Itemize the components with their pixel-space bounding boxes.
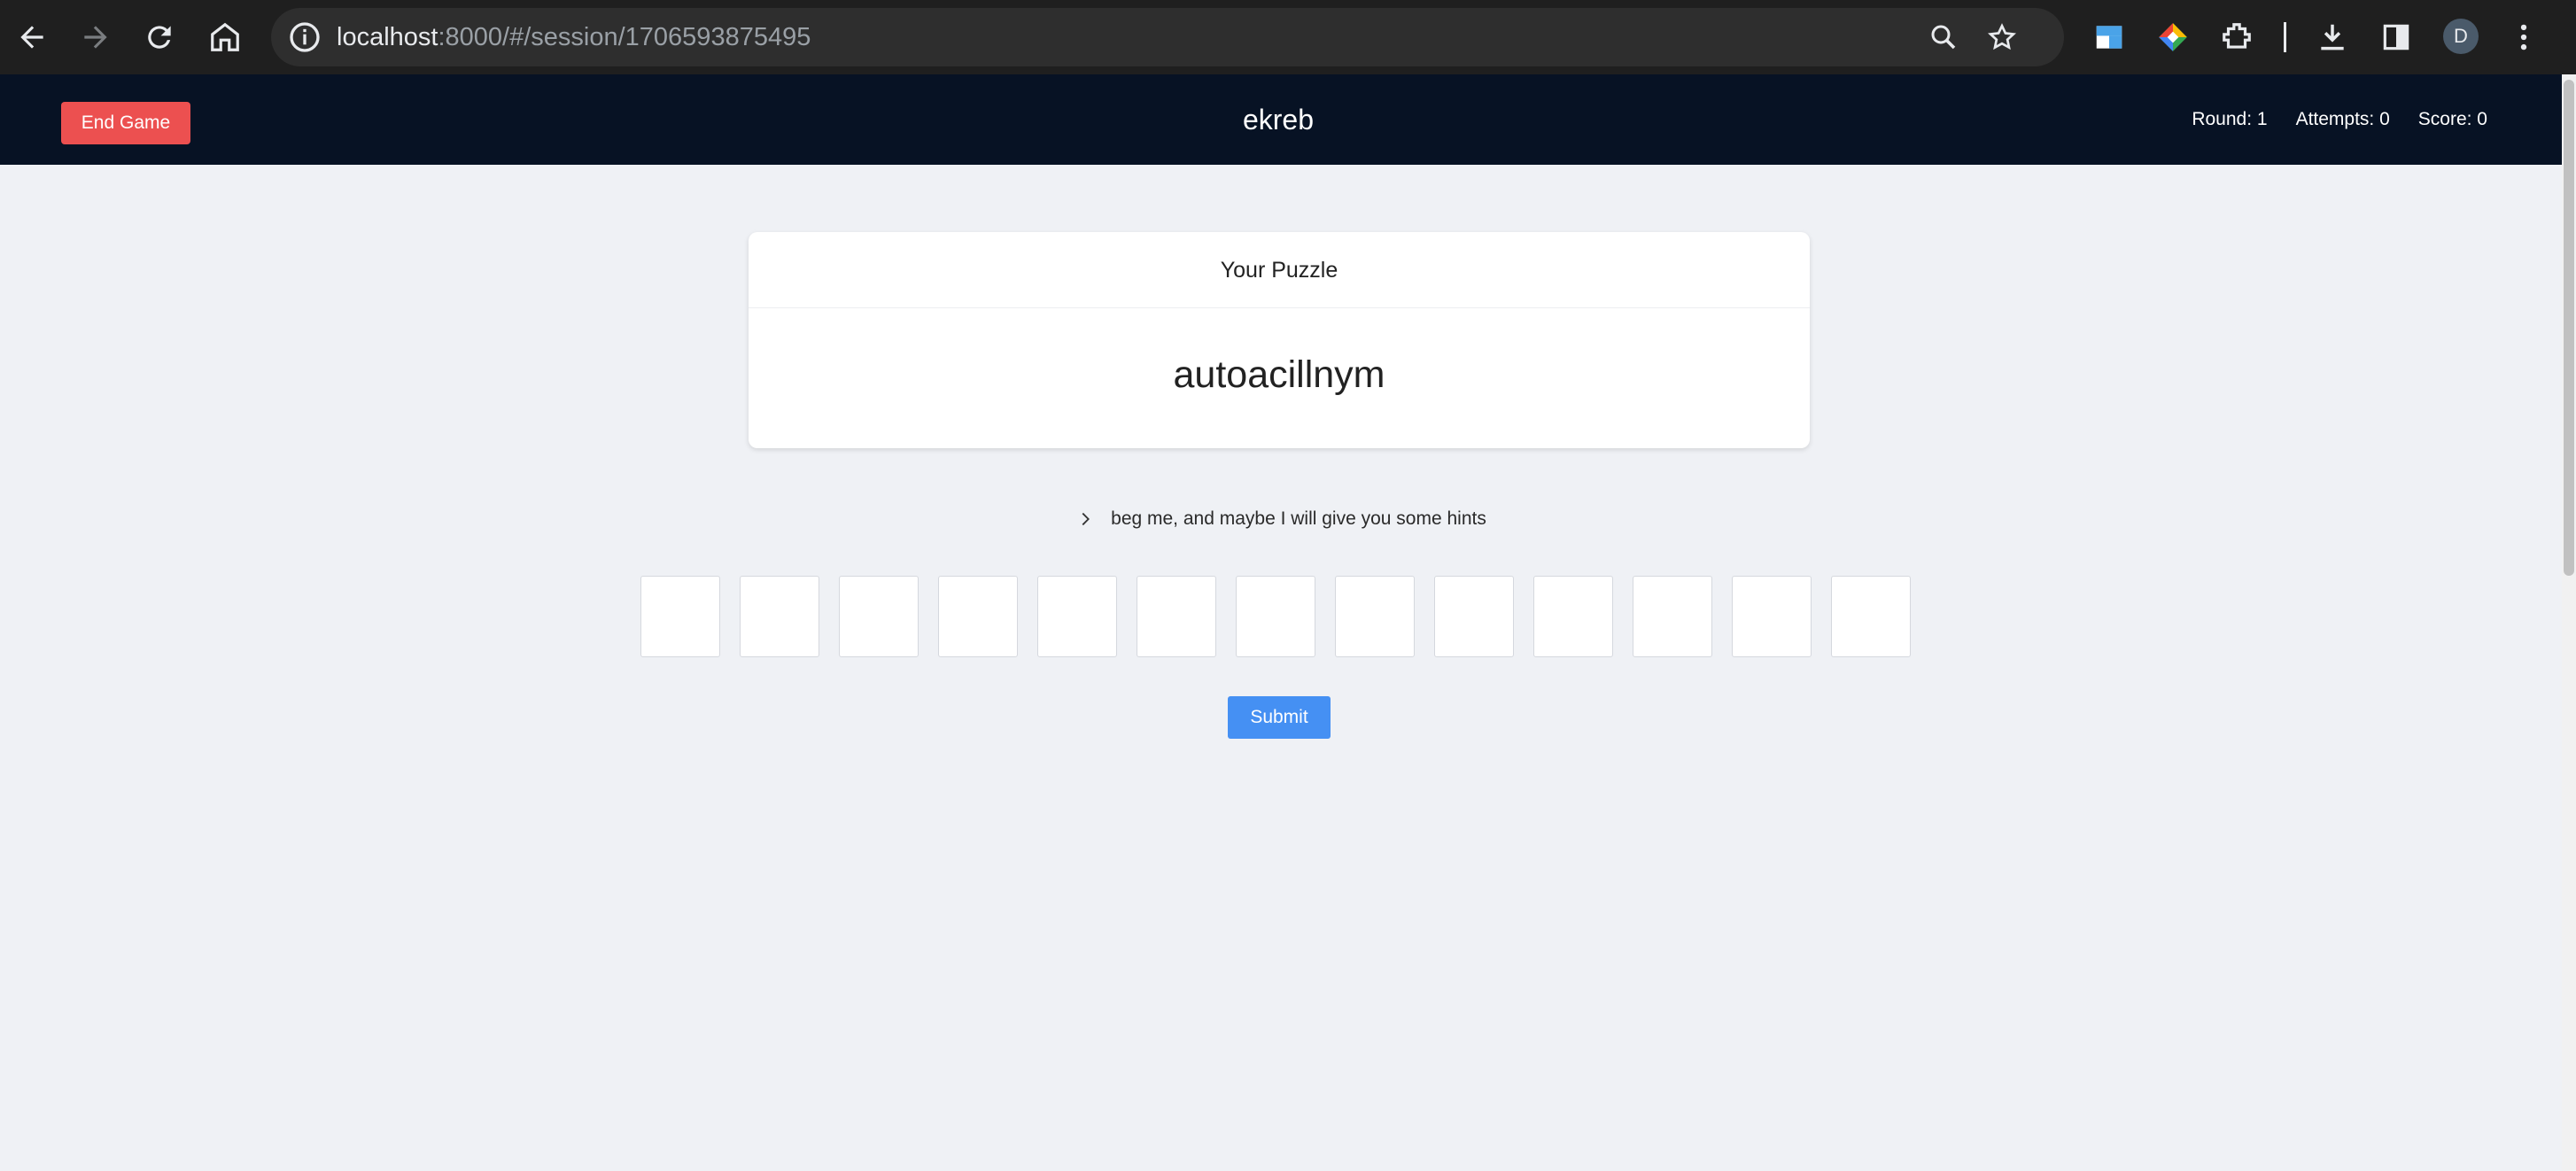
hint-toggle[interactable]: beg me, and maybe I will give you some h…	[0, 503, 2562, 535]
letter-input[interactable]	[1335, 576, 1415, 657]
letter-input[interactable]	[740, 576, 819, 657]
back-arrow-icon	[20, 26, 43, 49]
submit-button[interactable]: Submit	[1228, 696, 1331, 739]
puzzle-heading: Your Puzzle	[749, 232, 1810, 308]
forward-arrow-icon	[84, 26, 107, 49]
letter-input[interactable]	[938, 576, 1018, 657]
color-extension-icon	[2159, 23, 2187, 51]
toolbar-divider	[2284, 22, 2286, 52]
profile-avatar[interactable]: D	[2443, 19, 2479, 54]
forward-button[interactable]	[69, 11, 122, 64]
letter-input[interactable]	[1732, 576, 1812, 657]
side-panel-icon	[2383, 24, 2409, 50]
zoom-icon	[1931, 25, 1956, 50]
game-stats: Round: 1 Attempts: 0 Score: 0	[2192, 74, 2487, 165]
letter-input[interactable]	[1236, 576, 1315, 657]
score-counter: Score: 0	[2417, 109, 2487, 129]
letter-input[interactable]	[1037, 576, 1117, 657]
extension-icon	[2096, 26, 2122, 49]
app-title: ekreb	[1242, 104, 1315, 136]
extension-button[interactable]	[2089, 17, 2130, 58]
browser-toolbar: localhost:8000/#/session/1706593875495 D	[0, 0, 2576, 74]
puzzle-extensions-icon	[2223, 23, 2251, 49]
scrambled-word: autoacillnym	[1173, 353, 1385, 396]
downloads-button[interactable]	[2312, 17, 2353, 58]
download-icon	[2321, 24, 2344, 50]
zoom-button[interactable]	[1924, 18, 1963, 57]
more-menu-icon	[2520, 24, 2527, 50]
back-button[interactable]	[5, 11, 58, 64]
home-icon	[211, 22, 239, 51]
bookmark-button[interactable]	[1982, 18, 2021, 57]
letter-input[interactable]	[1137, 576, 1216, 657]
home-button[interactable]	[198, 11, 252, 64]
side-panel-button[interactable]	[2376, 17, 2417, 58]
hint-text: beg me, and maybe I will give you some h…	[1111, 508, 1486, 529]
letter-input[interactable]	[1434, 576, 1514, 657]
letter-input[interactable]	[839, 576, 919, 657]
app-header: End Game ekreb Round: 1 Attempts: 0 Scor…	[0, 74, 2562, 165]
page-scrollbar[interactable]	[2562, 74, 2576, 1171]
letter-input[interactable]	[1633, 576, 1712, 657]
answer-input-row	[640, 576, 1918, 657]
address-bar[interactable]: localhost:8000/#/session/1706593875495	[271, 8, 2064, 66]
letter-input[interactable]	[640, 576, 720, 657]
star-icon	[1988, 23, 2016, 50]
site-info-icon[interactable]	[287, 19, 322, 55]
end-game-button[interactable]: End Game	[61, 102, 190, 144]
round-counter: Round: 1	[2192, 109, 2268, 129]
reload-button[interactable]	[133, 11, 186, 64]
attempts-counter: Attempts: 0	[2295, 109, 2390, 129]
letter-input[interactable]	[1533, 576, 1613, 657]
reload-icon	[148, 26, 171, 49]
puzzle-card: Your Puzzle autoacillnym	[749, 232, 1810, 448]
color-extension-button[interactable]	[2153, 17, 2193, 58]
url-text[interactable]: localhost:8000/#/session/1706593875495	[337, 8, 811, 66]
extensions-menu-button[interactable]	[2216, 17, 2257, 58]
letter-input[interactable]	[1831, 576, 1911, 657]
more-menu-button[interactable]	[2503, 17, 2544, 58]
scrollbar-thumb[interactable]	[2564, 80, 2574, 576]
chevron-right-icon	[1075, 509, 1095, 529]
